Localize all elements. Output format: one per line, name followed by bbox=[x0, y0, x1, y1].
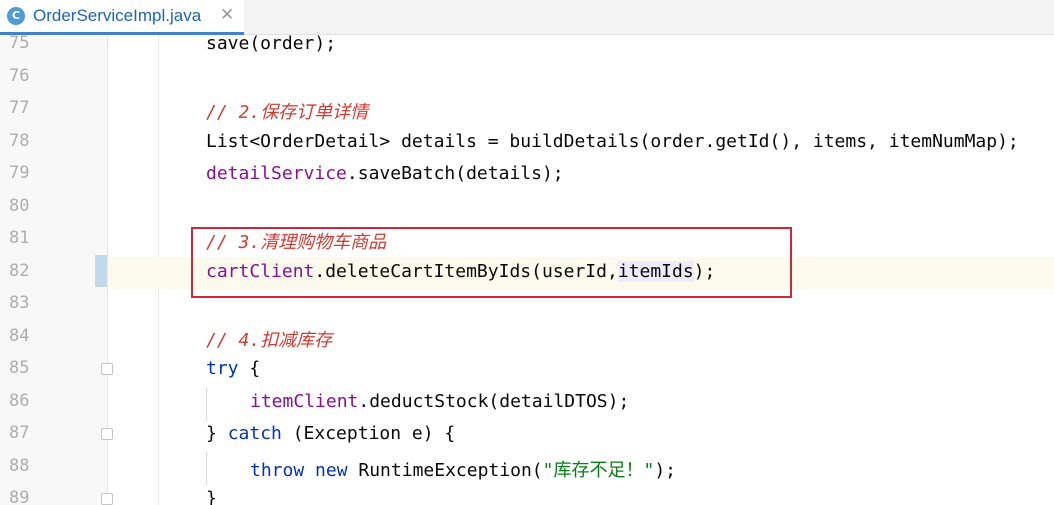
code-text: throw new RuntimeException("库存不足！"); bbox=[250, 456, 676, 482]
code-text: try { bbox=[206, 358, 260, 379]
code-line[interactable]: 86 itemClient.deductStock(detailDTOS); bbox=[0, 387, 1054, 419]
code-text: } bbox=[206, 488, 217, 505]
code-text: itemClient.deductStock(detailDTOS); bbox=[250, 391, 629, 412]
code-token: save(order); bbox=[206, 35, 337, 54]
java-class-icon: C bbox=[7, 7, 25, 25]
highlight-annotation-box bbox=[191, 227, 792, 298]
code-token: { bbox=[238, 358, 261, 379]
code-token: } bbox=[206, 423, 228, 444]
code-text: // 2.保存订单详情 bbox=[206, 98, 368, 124]
code-token: RuntimeException( bbox=[347, 459, 543, 481]
code-line[interactable]: 84 // 4.扣减库存 bbox=[0, 322, 1054, 354]
code-line[interactable]: 85 try { bbox=[0, 354, 1054, 386]
code-line[interactable]: 89} bbox=[0, 484, 1054, 505]
line-number: 81 bbox=[9, 228, 30, 248]
editor-tab-bar: C OrderServiceImpl.java ✕ bbox=[0, 0, 1054, 35]
code-token: // 2. bbox=[206, 102, 261, 123]
code-text: } catch (Exception e) { bbox=[206, 423, 455, 444]
code-token: ); bbox=[654, 459, 676, 481]
code-text: // 4.扣减库存 bbox=[206, 326, 332, 352]
line-number: 89 bbox=[9, 488, 30, 505]
line-number: 79 bbox=[9, 163, 30, 183]
tab-order-service-impl[interactable]: C OrderServiceImpl.java ✕ bbox=[0, 0, 244, 35]
code-token: detailService bbox=[206, 163, 347, 184]
line-number: 77 bbox=[9, 98, 30, 118]
code-line[interactable]: 75 save(order); bbox=[0, 35, 1054, 61]
code-token: try bbox=[206, 358, 239, 379]
fold-icon[interactable] bbox=[101, 493, 113, 505]
code-token: catch bbox=[227, 423, 282, 444]
code-token: 保存订单详情 bbox=[260, 102, 369, 123]
close-icon[interactable]: ✕ bbox=[220, 5, 234, 25]
code-token: throw bbox=[250, 459, 305, 481]
code-text: List<OrderDetail> details = buildDetails… bbox=[206, 131, 1019, 152]
code-line[interactable]: 76 bbox=[0, 62, 1054, 94]
code-line[interactable]: 79 detailService.saveBatch(details); bbox=[0, 159, 1054, 191]
line-number: 86 bbox=[9, 390, 30, 411]
code-text: save(order); bbox=[206, 35, 336, 54]
code-line[interactable]: 88 throw new RuntimeException("库存不足！"); bbox=[0, 452, 1054, 484]
code-line[interactable]: 87} catch (Exception e) { bbox=[0, 419, 1054, 451]
indent-guide bbox=[206, 452, 207, 485]
line-number: 80 bbox=[9, 195, 30, 216]
code-token: .deductStock(detailDTOS); bbox=[358, 390, 630, 412]
code-line[interactable]: 77 // 2.保存订单详情 bbox=[0, 94, 1054, 126]
fold-icon[interactable] bbox=[101, 428, 113, 440]
line-number: 88 bbox=[9, 455, 30, 476]
code-line[interactable]: 78 List<OrderDetail> details = buildDetai… bbox=[0, 127, 1054, 159]
tab-title: OrderServiceImpl.java bbox=[33, 6, 202, 25]
code-token: itemClient bbox=[250, 390, 359, 412]
line-number: 83 bbox=[9, 293, 30, 313]
code-text: detailService.saveBatch(details); bbox=[206, 163, 564, 184]
code-token: // 4. bbox=[206, 329, 261, 351]
line-number: 84 bbox=[9, 325, 30, 346]
code-token: new bbox=[315, 459, 348, 481]
indent-guide bbox=[206, 388, 207, 421]
code-token: (Exception e) { bbox=[281, 423, 456, 444]
line-number: 76 bbox=[9, 65, 30, 86]
code-token: "库存不足！" bbox=[542, 459, 655, 481]
code-line[interactable]: 80 bbox=[0, 192, 1054, 224]
line-number: 82 bbox=[9, 260, 30, 281]
line-number: 87 bbox=[9, 423, 30, 443]
code-token: } bbox=[206, 488, 217, 505]
line-number: 78 bbox=[9, 130, 30, 151]
code-token: List<OrderDetail> details = buildDetails… bbox=[206, 130, 1019, 152]
code-token: .saveBatch(details); bbox=[346, 163, 564, 184]
fold-icon[interactable] bbox=[101, 363, 113, 375]
line-number: 75 bbox=[9, 35, 30, 53]
line-number: 85 bbox=[9, 358, 30, 378]
code-token: 扣减库存 bbox=[260, 329, 333, 351]
